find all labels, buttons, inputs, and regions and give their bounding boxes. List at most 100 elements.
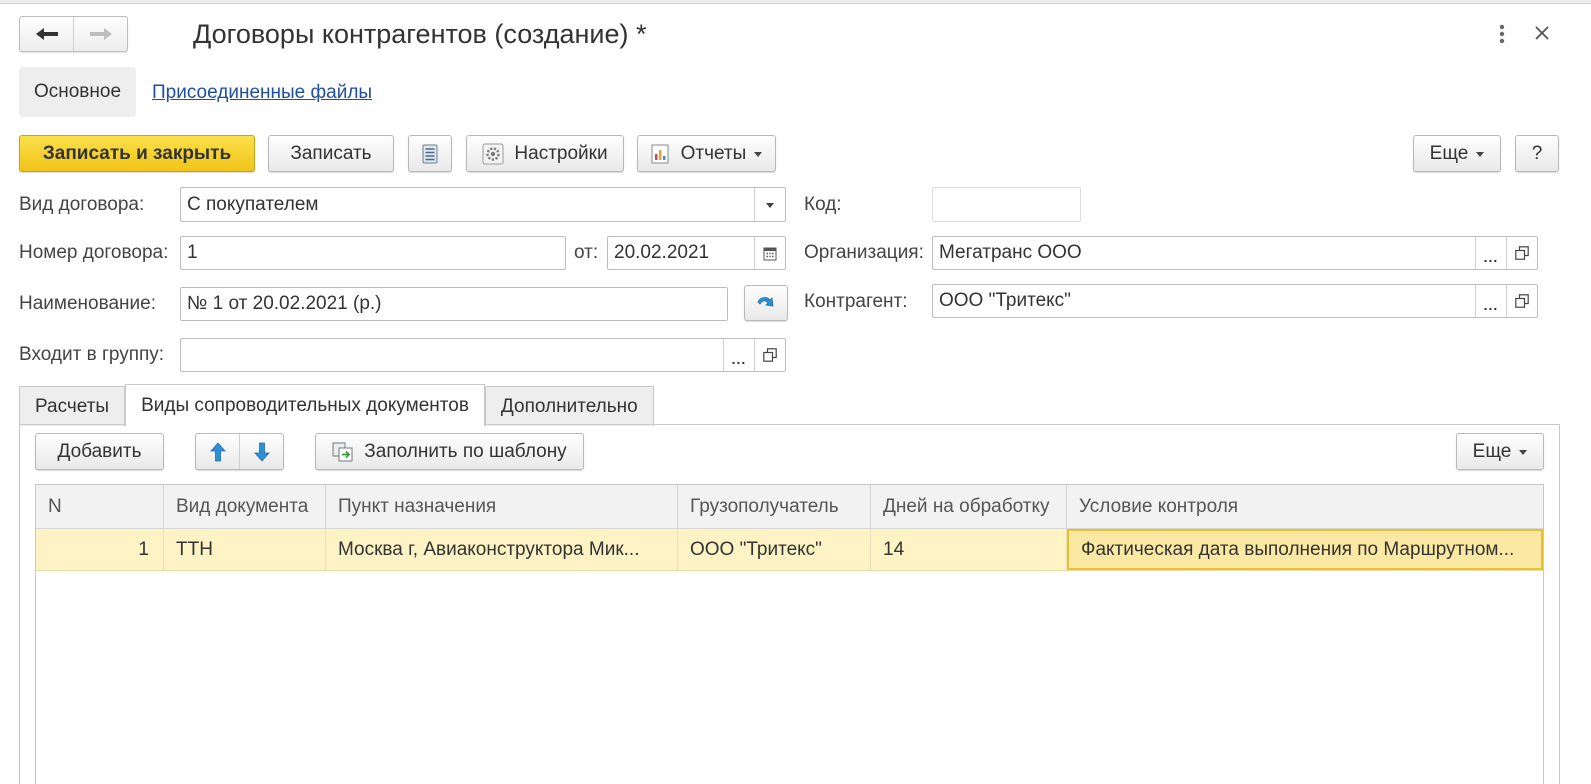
organization-label: Организация:: [804, 242, 924, 263]
ellipsis-icon: ...: [1483, 249, 1499, 265]
group-label: Входит в группу:: [19, 344, 165, 365]
column-header-n[interactable]: N: [36, 485, 164, 528]
name-input[interactable]: № 1 от 20.02.2021 (р.): [180, 287, 728, 321]
name-value: № 1 от 20.02.2021 (р.): [187, 293, 382, 314]
reports-button[interactable]: Отчеты: [637, 135, 776, 172]
dropdown-button[interactable]: [754, 188, 785, 221]
name-label: Наименование:: [19, 293, 156, 314]
contract-number-input[interactable]: 1: [180, 236, 566, 270]
chart-icon: [651, 144, 669, 163]
tab-settlements[interactable]: Расчеты: [19, 386, 126, 426]
window-title: Договоры контрагентов (создание) *: [193, 19, 647, 49]
table-more-label: Еще: [1472, 440, 1512, 462]
list-icon: [422, 144, 438, 163]
counterparty-select-button[interactable]: ...: [1475, 285, 1506, 317]
documents-table: N Вид документа Пункт назначения Грузопо…: [35, 484, 1544, 784]
save-and-close-button[interactable]: Записать и закрыть: [19, 135, 255, 172]
settings-button[interactable]: Настройки: [466, 135, 624, 172]
arrow-right-icon: [89, 28, 112, 40]
list-button[interactable]: [408, 135, 452, 172]
fill-template-button[interactable]: Заполнить по шаблону: [315, 433, 584, 470]
help-button[interactable]: ?: [1515, 135, 1559, 172]
group-input[interactable]: ...: [180, 338, 786, 372]
ellipsis-icon: ...: [1483, 297, 1499, 313]
counterparty-input[interactable]: ООО "Тритекс" ...: [932, 284, 1538, 318]
date-value: 20.02.2021: [614, 242, 710, 263]
organization-input[interactable]: Мегатранс ООО ...: [932, 236, 1538, 270]
move-up-button[interactable]: [196, 434, 240, 469]
subtabs: Расчеты Виды сопроводительных документов…: [19, 384, 654, 426]
back-button[interactable]: [20, 17, 73, 51]
contract-type-value: С покупателем: [187, 193, 319, 215]
column-header-doc-type[interactable]: Вид документа: [164, 485, 326, 528]
contract-number-label: Номер договора:: [19, 242, 169, 263]
table-header: N Вид документа Пункт назначения Грузопо…: [36, 485, 1543, 529]
counterparty-open-button[interactable]: [1506, 285, 1537, 317]
arrow-down-icon: [253, 442, 270, 462]
window-top-strip: [0, 0, 1591, 4]
chevron-down-icon: [1519, 450, 1528, 455]
forward-button[interactable]: [73, 17, 127, 51]
column-header-processing-days[interactable]: Дней на обработку: [871, 485, 1067, 528]
chevron-down-icon: [1476, 152, 1485, 157]
calendar-icon: [763, 247, 777, 260]
kebab-icon: [1499, 24, 1505, 44]
group-open-button[interactable]: [754, 339, 785, 371]
cell-destination[interactable]: Москва г, Авиаконструктора Мик...: [326, 529, 678, 570]
table-row[interactable]: 1 ТТН Москва г, Авиаконструктора Мик... …: [36, 529, 1543, 571]
chevron-down-icon: [754, 152, 763, 157]
cell-n[interactable]: 1: [36, 529, 164, 570]
add-row-button[interactable]: Добавить: [35, 433, 164, 470]
organization-select-button[interactable]: ...: [1475, 237, 1506, 269]
ellipsis-icon: ...: [731, 351, 747, 367]
cell-doc-type[interactable]: ТТН: [164, 529, 326, 570]
contract-number-value: 1: [187, 242, 198, 263]
settings-label: Настройки: [514, 142, 608, 164]
column-header-consignee[interactable]: Грузополучатель: [678, 485, 871, 528]
organization-value: Мегатранс ООО: [939, 242, 1082, 263]
tab-accompanying-documents[interactable]: Виды сопроводительных документов: [125, 384, 485, 426]
cell-control-condition[interactable]: Фактическая дата выполнения по Маршрутно…: [1067, 529, 1543, 570]
reports-label: Отчеты: [680, 142, 747, 164]
contract-type-label: Вид договора:: [19, 194, 145, 215]
move-down-button[interactable]: [240, 434, 283, 469]
more-button[interactable]: Еще: [1413, 135, 1501, 172]
save-button[interactable]: Записать: [268, 135, 394, 172]
counterparty-label: Контрагент:: [804, 291, 908, 312]
counterparty-value: ООО "Тритекс": [939, 290, 1071, 311]
tab-additional[interactable]: Дополнительно: [484, 386, 654, 426]
organization-open-button[interactable]: [1506, 237, 1537, 269]
fill-template-label: Заполнить по шаблону: [364, 440, 567, 462]
regenerate-name-button[interactable]: [744, 285, 788, 321]
contract-type-select[interactable]: С покупателем: [180, 187, 786, 222]
history-nav: [19, 16, 128, 52]
close-button[interactable]: [1531, 20, 1553, 46]
calendar-button[interactable]: [754, 237, 785, 269]
column-header-destination[interactable]: Пункт назначения: [326, 485, 678, 528]
column-header-control-condition[interactable]: Условие контроля: [1067, 485, 1543, 528]
group-select-button[interactable]: ...: [723, 339, 754, 371]
chevron-down-icon: [766, 203, 774, 208]
code-label: Код:: [804, 194, 842, 215]
date-input[interactable]: 20.02.2021: [607, 236, 786, 270]
code-input[interactable]: [932, 187, 1081, 222]
date-label: от:: [574, 242, 599, 263]
more-actions-button[interactable]: [1494, 20, 1510, 48]
fill-template-icon: [332, 442, 353, 461]
open-window-icon: [1515, 294, 1529, 308]
table-more-button[interactable]: Еще: [1456, 433, 1544, 470]
cell-processing-days[interactable]: 14: [871, 529, 1067, 570]
arrow-left-icon: [35, 28, 58, 40]
cell-destination-text: Москва г, Авиаконструктора Мик...: [338, 538, 640, 560]
tab-main[interactable]: Основное: [19, 67, 136, 117]
close-icon: [1535, 26, 1549, 40]
gear-icon: [482, 143, 504, 164]
open-window-icon: [763, 348, 777, 362]
code-value: [933, 188, 1080, 221]
curved-arrow-icon: [757, 297, 774, 307]
more-label: Еще: [1429, 142, 1469, 164]
attached-files-link[interactable]: Присоединенные файлы: [152, 80, 372, 106]
open-window-icon: [1515, 246, 1529, 260]
move-buttons: [195, 433, 284, 470]
cell-consignee[interactable]: ООО "Тритекс": [678, 529, 871, 570]
